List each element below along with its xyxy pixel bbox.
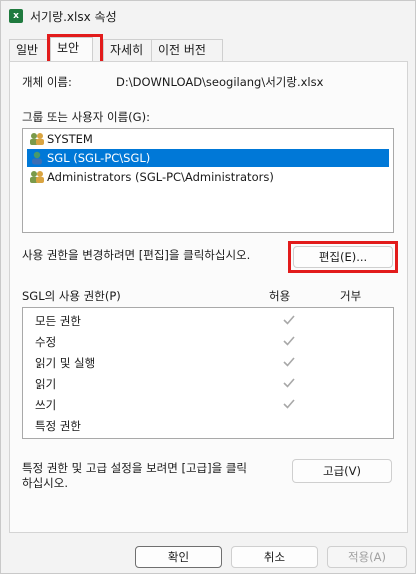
perm-row-modify: 수정: [35, 332, 295, 352]
check-icon: [283, 399, 295, 409]
ok-button[interactable]: 확인: [135, 546, 222, 568]
highlight-security-tab: [47, 34, 103, 64]
properties-window: x 서기랑.xlsx 속성 일반 보안 자세히 이전 버전 개체 이름: D:\…: [0, 0, 416, 574]
perm-row-write: 쓰기: [35, 395, 295, 415]
tab-general[interactable]: 일반: [9, 39, 48, 61]
perm-row-read: 읽기: [35, 374, 295, 394]
permissions-label: SGL의 사용 권한(P): [22, 289, 121, 303]
list-item-system[interactable]: SYSTEM: [27, 130, 389, 148]
group-user-listbox[interactable]: SYSTEM SGL (SGL-PC\SGL) Administrators (…: [22, 128, 394, 233]
advanced-button[interactable]: 고급(V): [292, 459, 392, 483]
change-permissions-text: 사용 권한을 변경하려면 [편집]을 클릭하십시오.: [22, 248, 251, 262]
object-name-value: D:\DOWNLOAD\seogilang\서기랑.xlsx: [116, 75, 324, 89]
check-icon: [283, 357, 295, 367]
list-item-sgl[interactable]: SGL (SGL-PC\SGL): [27, 149, 389, 167]
advanced-text-line1: 특정 권한 및 고급 설정을 보려면 [고급]을 클릭: [22, 461, 247, 475]
perm-row-special: 특정 권한: [35, 416, 81, 436]
users-icon: [30, 133, 44, 145]
perm-row-full-control: 모든 권한: [35, 311, 295, 331]
perm-row-read-execute: 읽기 및 실행: [35, 353, 295, 373]
perm-name: 읽기: [35, 377, 57, 391]
object-name-label: 개체 이름:: [22, 75, 72, 89]
perm-name: 수정: [35, 335, 57, 349]
list-item-label: SGL (SGL-PC\SGL): [47, 151, 151, 165]
window-title: 서기랑.xlsx 속성: [30, 10, 117, 24]
perm-name: 모든 권한: [35, 314, 81, 328]
perm-name: 읽기 및 실행: [35, 356, 96, 370]
user-icon: [32, 151, 42, 165]
check-icon: [283, 315, 295, 325]
allow-header: 허용: [269, 289, 291, 303]
deny-header: 거부: [340, 289, 362, 303]
users-icon: [30, 171, 44, 183]
highlight-edit-button: [288, 241, 398, 273]
cancel-button[interactable]: 취소: [231, 546, 318, 568]
title-bar: x 서기랑.xlsx 속성: [1, 1, 415, 31]
check-icon: [283, 378, 295, 388]
list-item-label: SYSTEM: [47, 132, 93, 146]
permissions-list: 모든 권한 수정 읽기 및 실행 읽기 쓰기 특정 권한: [22, 307, 394, 439]
tab-previous-versions[interactable]: 이전 버전: [151, 39, 223, 61]
perm-name: 쓰기: [35, 398, 57, 412]
excel-file-icon: x: [9, 9, 23, 23]
apply-button[interactable]: 적용(A): [327, 546, 407, 568]
list-item-label: Administrators (SGL-PC\Administrators): [47, 170, 274, 184]
group-user-label: 그룹 또는 사용자 이름(G):: [22, 110, 150, 124]
tab-details[interactable]: 자세히: [103, 39, 155, 61]
list-item-administrators[interactable]: Administrators (SGL-PC\Administrators): [27, 168, 389, 186]
check-icon: [283, 336, 295, 346]
advanced-text-line2: 하십시오.: [22, 476, 68, 490]
perm-name: 특정 권한: [35, 419, 81, 433]
